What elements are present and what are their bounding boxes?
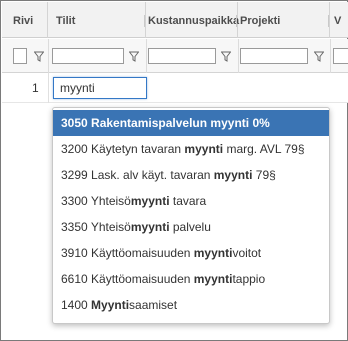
option-text: marg. AVL 79§ bbox=[223, 142, 305, 156]
option-text: palvelu bbox=[169, 220, 211, 234]
dropdown-option[interactable]: 3350 Yhteisömyynti palvelu bbox=[53, 214, 329, 240]
column-header-v[interactable]: V bbox=[330, 2, 348, 38]
option-match-highlight: myynti bbox=[130, 220, 170, 234]
option-match-highlight: myynti bbox=[210, 116, 250, 130]
option-text: saamiset bbox=[129, 298, 178, 312]
funnel-icon[interactable] bbox=[33, 49, 45, 63]
option-text: 3350 Yhteisö bbox=[61, 220, 131, 234]
filter-input-projekti[interactable] bbox=[240, 48, 308, 64]
option-text: 3300 Yhteisö bbox=[61, 194, 131, 208]
row-number: 1 bbox=[32, 81, 39, 95]
option-text: 79§ bbox=[252, 168, 276, 182]
column-header-kustannuspaikka[interactable]: Kustannuspaikka bbox=[146, 2, 240, 38]
option-text: 0% bbox=[249, 116, 270, 130]
option-text: 3910 Käyttöomaisuuden bbox=[61, 246, 194, 260]
option-text: tappio bbox=[232, 272, 266, 286]
funnel-icon[interactable] bbox=[128, 49, 140, 63]
dropdown-option[interactable]: 3300 Yhteisömyynti tavara bbox=[53, 188, 329, 214]
option-text: 3299 Lask. alv käyt. tavaran bbox=[61, 168, 214, 182]
filter-input-tilit[interactable] bbox=[52, 48, 124, 64]
filter-input-kustannuspaikka[interactable] bbox=[148, 48, 216, 64]
column-label-tilit: Tilit bbox=[56, 15, 76, 27]
option-match-highlight: Myynti bbox=[91, 298, 130, 312]
option-text: 3200 Käytetyn tavaran bbox=[61, 142, 185, 156]
dropdown-option[interactable]: 3200 Käytetyn tavaran myynti marg. AVL 7… bbox=[53, 136, 329, 162]
filter-input-rivi[interactable] bbox=[13, 48, 27, 64]
filter-row bbox=[2, 39, 348, 73]
dropdown-option[interactable]: 3050 Rakentamispalvelun myynti 0% bbox=[53, 110, 329, 136]
column-label-projekti: Projekti bbox=[240, 15, 281, 27]
table-row: 1 myynti bbox=[2, 73, 348, 103]
column-label-v: V bbox=[334, 15, 342, 27]
column-label-kustannuspaikka: Kustannuspaikka bbox=[148, 15, 240, 27]
dropdown-option[interactable]: 1400 Myyntisaamiset bbox=[53, 292, 329, 318]
column-header-rivi[interactable]: Rivi bbox=[2, 2, 48, 38]
option-text: 3050 Rakentamispalvelun bbox=[61, 116, 211, 130]
dropdown-option[interactable]: 3299 Lask. alv käyt. tavaran myynti 79§ bbox=[53, 162, 329, 188]
column-resize-handle[interactable] bbox=[236, 15, 237, 27]
column-header-projekti[interactable]: Projekti bbox=[238, 2, 330, 38]
option-text: voitot bbox=[232, 246, 262, 260]
column-resize-handle[interactable] bbox=[144, 15, 145, 27]
funnel-icon[interactable] bbox=[313, 49, 325, 63]
column-resize-handle[interactable] bbox=[328, 15, 329, 27]
funnel-icon[interactable] bbox=[220, 49, 232, 63]
filter-input-v[interactable] bbox=[333, 48, 348, 64]
dropdown-option[interactable]: 6610 Käyttöomaisuuden myyntitappio bbox=[53, 266, 329, 292]
option-match-highlight: myynti bbox=[193, 272, 233, 286]
option-match-highlight: myynti bbox=[130, 194, 170, 208]
grid-header: Rivi Tilit Kustannuspaikka Projekti V bbox=[2, 2, 348, 38]
option-text: tavara bbox=[169, 194, 207, 208]
column-label-rivi: Rivi bbox=[13, 15, 34, 27]
account-search-input[interactable]: myynti bbox=[53, 77, 147, 99]
option-text: 1400 bbox=[61, 298, 92, 312]
option-match-highlight: myynti bbox=[184, 142, 224, 156]
dropdown-option[interactable]: 3910 Käyttöomaisuuden myyntivoitot bbox=[53, 240, 329, 266]
option-match-highlight: myynti bbox=[213, 168, 253, 182]
grid-window: Rivi Tilit Kustannuspaikka Projekti V 1 … bbox=[0, 0, 348, 341]
option-text: 6610 Käyttöomaisuuden bbox=[61, 272, 194, 286]
option-match-highlight: myynti bbox=[193, 246, 233, 260]
column-header-tilit[interactable]: Tilit bbox=[48, 2, 146, 38]
account-suggestion-dropdown: 3050 Rakentamispalvelun myynti 0% 3200 Kä… bbox=[52, 107, 330, 324]
